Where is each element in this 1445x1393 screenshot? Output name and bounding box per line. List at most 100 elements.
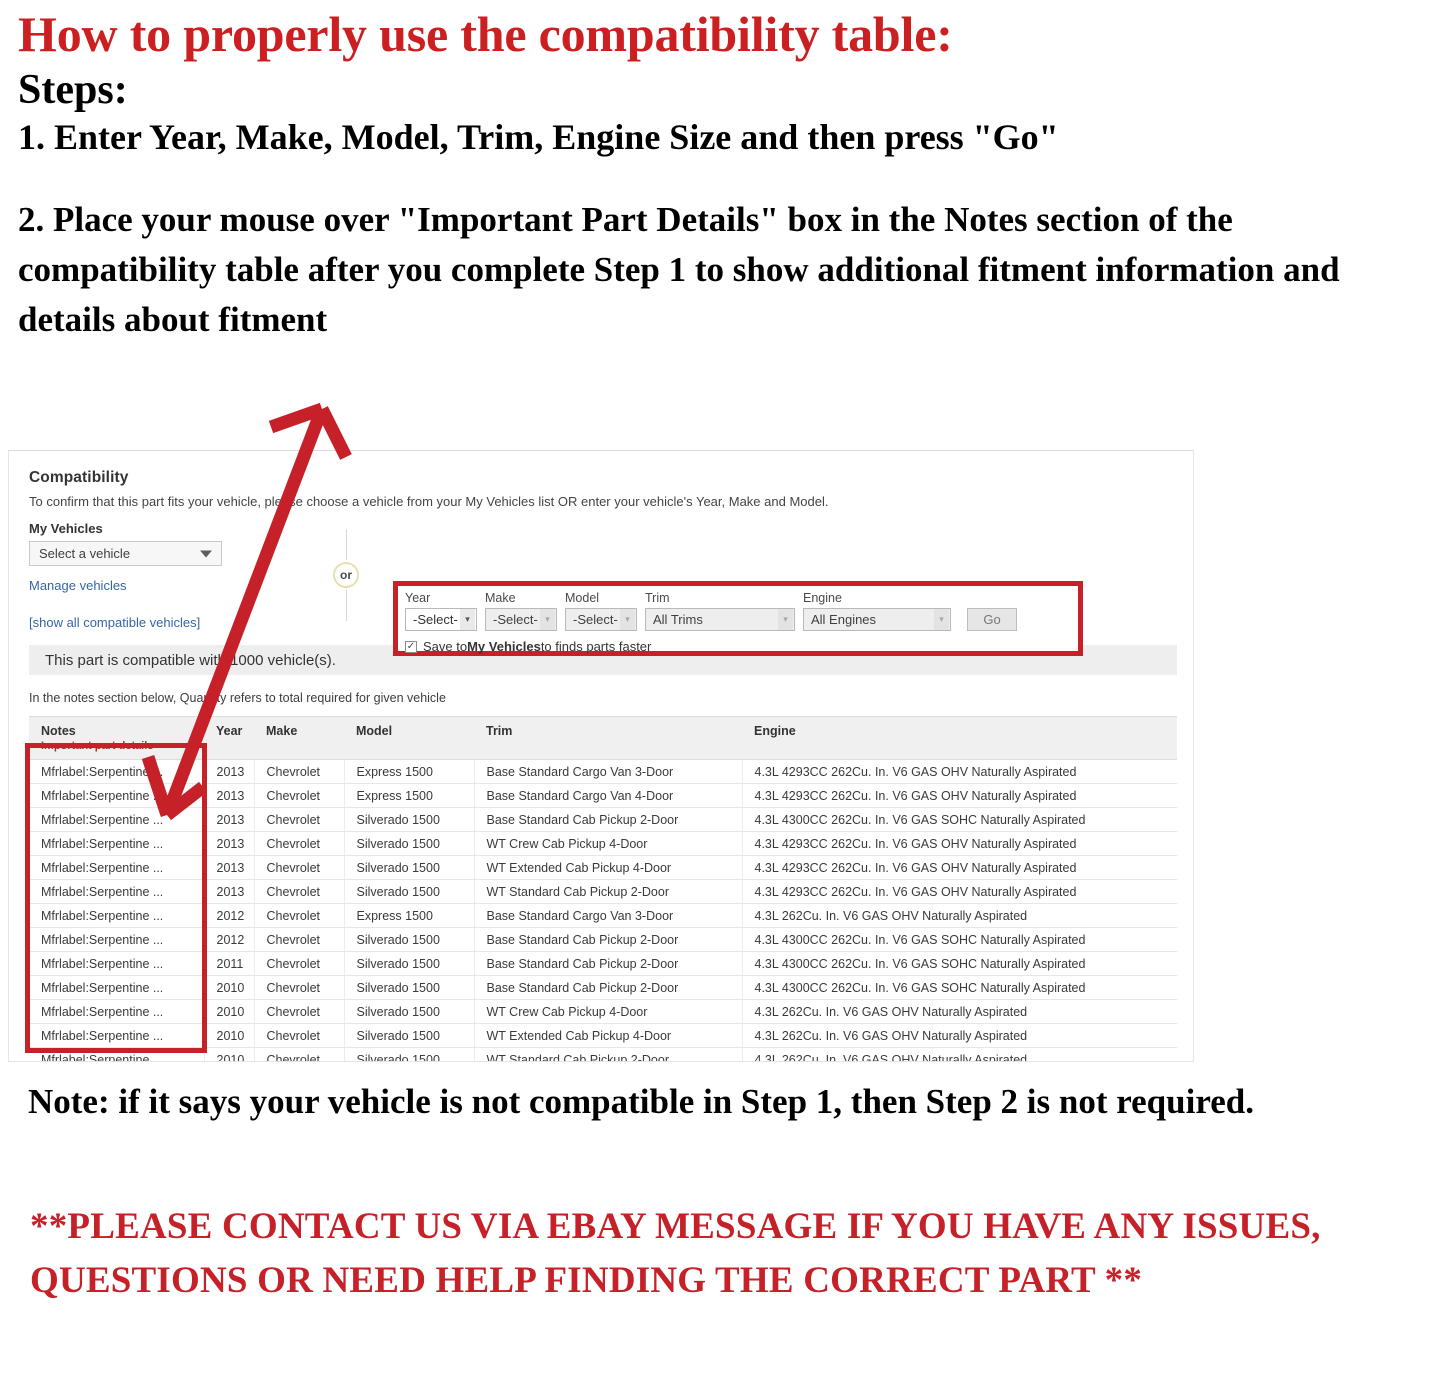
show-all-compatible-vehicles-link[interactable]: [show all compatible vehicles] (29, 615, 279, 630)
cell-make: Chevrolet (254, 879, 345, 904)
table-row[interactable]: Mfrlabel:Serpentine ... 2013 Chevrolet Silv… (29, 879, 1177, 904)
cell-trim: Base Standard Cab Pickup 2-Door (474, 951, 743, 976)
header-notes-sublabel: Important part details (41, 740, 154, 752)
cell-model: Silverado 1500 (344, 975, 475, 1000)
table-row[interactable]: Mfrlabel:Serpentine ... 2013 Chevrolet Expr… (29, 783, 1177, 808)
cell-make: Chevrolet (254, 999, 345, 1024)
header-trim[interactable]: Trim (474, 716, 742, 760)
cell-year: 2010 (204, 999, 255, 1024)
manage-vehicles-link[interactable]: Manage vehicles (29, 578, 279, 593)
footer-contact-message: **PLEASE CONTACT US VIA EBAY MESSAGE IF … (30, 1206, 1321, 1302)
cell-make: Chevrolet (254, 927, 345, 952)
engine-dropdown[interactable]: All Engines ▾ (803, 608, 951, 631)
fitment-header-row: Notes Important part details Year Make M… (29, 716, 1177, 760)
cell-make: Chevrolet (254, 759, 345, 784)
or-divider-line-top (345, 529, 347, 560)
table-row[interactable]: Mfrlabel:Serpentine ... 2013 Chevrolet Silv… (29, 855, 1177, 880)
arrow-head-upper-left (268, 402, 325, 434)
cell-make: Chevrolet (254, 1047, 345, 1061)
make-dropdown[interactable]: -Select- ▾ (485, 608, 557, 631)
trim-field: Trim All Trims ▾ (645, 591, 795, 631)
or-badge: or (333, 562, 359, 588)
page-title: How to properly use the compatibility ta… (18, 6, 953, 62)
cell-year: 2010 (204, 975, 255, 1000)
cell-year: 2010 (204, 1047, 255, 1061)
header-notes[interactable]: Notes Important part details (29, 716, 204, 760)
cell-engine: 4.3L 262Cu. In. V6 GAS OHV Naturally Asp… (742, 1047, 1177, 1061)
model-dropdown[interactable]: -Select- ▾ (565, 608, 637, 631)
cell-engine: 4.3L 4293CC 262Cu. In. V6 GAS OHV Natura… (742, 759, 1177, 784)
cell-model: Silverado 1500 (344, 1023, 475, 1048)
cell-engine: 4.3L 4293CC 262Cu. In. V6 GAS OHV Natura… (742, 879, 1177, 904)
table-row[interactable]: Mfrlabel:Serpentine ... 2010 Chevrolet Silv… (29, 1023, 1177, 1048)
instructions-header: How to properly use the compatibility ta… (0, 0, 1445, 344)
table-row[interactable]: Mfrlabel:Serpentine ... 2010 Chevrolet Silv… (29, 999, 1177, 1024)
fitment-table: Notes Important part details Year Make M… (29, 716, 1177, 1061)
ymm-finder: Year -Select- ▾ Make -Select- ▾ Model -S… (405, 591, 1075, 654)
cell-make: Chevrolet (254, 975, 345, 1000)
cell-model: Silverado 1500 (344, 831, 475, 856)
cell-trim: Base Standard Cab Pickup 2-Door (474, 807, 743, 832)
cell-trim: Base Standard Cargo Van 4-Door (474, 783, 743, 808)
table-row[interactable]: Mfrlabel:Serpentine ... 2013 Chevrolet Silv… (29, 807, 1177, 832)
header-year[interactable]: Year (204, 716, 254, 760)
cell-trim: Base Standard Cab Pickup 2-Door (474, 975, 743, 1000)
cell-notes: Mfrlabel:Serpentine ... (29, 951, 205, 976)
save-text-suffix: to finds parts faster (540, 639, 652, 654)
header-engine[interactable]: Engine (742, 716, 1177, 760)
cell-engine: 4.3L 4300CC 262Cu. In. V6 GAS SOHC Natur… (742, 807, 1177, 832)
table-row[interactable]: Mfrlabel:Serpentine ... 2012 Chevrolet Silv… (29, 927, 1177, 952)
table-row[interactable]: Mfrlabel:Serpentine ... 2013 Chevrolet Expr… (29, 759, 1177, 784)
make-label: Make (485, 591, 516, 605)
cell-trim: Base Standard Cab Pickup 2-Door (474, 927, 743, 952)
chevron-down-icon: ▾ (778, 609, 793, 630)
cell-notes: Mfrlabel:Serpentine ... (29, 831, 205, 856)
cell-trim: Base Standard Cargo Van 3-Door (474, 903, 743, 928)
save-text-bold: My Vehicles (467, 639, 541, 654)
table-row[interactable]: Mfrlabel:Serpentine ... 2010 Chevrolet Silv… (29, 1047, 1177, 1061)
or-divider-line-bottom (345, 590, 347, 621)
cell-notes: Mfrlabel:Serpentine ... (29, 879, 205, 904)
cell-notes: Mfrlabel:Serpentine ... (29, 783, 205, 808)
model-label: Model (565, 591, 600, 605)
cell-year: 2013 (204, 759, 255, 784)
cell-year: 2013 (204, 855, 255, 880)
chevron-down-icon: ▾ (460, 609, 475, 630)
vehicle-select-value: Select a vehicle (39, 546, 131, 561)
cell-engine: 4.3L 4293CC 262Cu. In. V6 GAS OHV Natura… (742, 831, 1177, 856)
step-2-text: 2. Place your mouse over "Important Part… (18, 200, 1340, 339)
compatibility-subtitle: To confirm that this part fits your vehi… (29, 494, 829, 509)
go-button[interactable]: Go (967, 608, 1017, 631)
save-text-prefix: Save to (423, 639, 468, 654)
header-make[interactable]: Make (254, 716, 344, 760)
cell-engine: 4.3L 4300CC 262Cu. In. V6 GAS SOHC Natur… (742, 975, 1177, 1000)
header-model[interactable]: Model (344, 716, 474, 760)
engine-label: Engine (803, 591, 842, 605)
quantity-hint: In the notes section below, Quantity ref… (29, 691, 446, 705)
header-notes-label: Notes (41, 724, 76, 738)
trim-dropdown[interactable]: All Trims ▾ (645, 608, 795, 631)
make-value: -Select- (493, 612, 538, 627)
save-to-my-vehicles-row[interactable]: ✓ Save to My Vehicles to finds parts fas… (405, 639, 1075, 654)
my-vehicles-label: My Vehicles (29, 521, 103, 536)
cell-year: 2013 (204, 783, 255, 808)
cell-year: 2013 (204, 807, 255, 832)
cell-model: Silverado 1500 (344, 951, 475, 976)
engine-field: Engine All Engines ▾ (803, 591, 951, 631)
table-row[interactable]: Mfrlabel:Serpentine ... 2010 Chevrolet Silv… (29, 975, 1177, 1000)
vehicle-selector-row: My Vehicles Select a vehicle Manage vehi… (29, 521, 1177, 656)
table-row[interactable]: Mfrlabel:Serpentine ... 2011 Chevrolet Silv… (29, 951, 1177, 976)
year-dropdown[interactable]: -Select- ▾ (405, 608, 477, 631)
table-row[interactable]: Mfrlabel:Serpentine ... 2013 Chevrolet Silv… (29, 831, 1177, 856)
cell-model: Silverado 1500 (344, 879, 475, 904)
save-checkbox[interactable]: ✓ (405, 640, 417, 653)
vehicle-select-dropdown[interactable]: Select a vehicle (29, 541, 222, 566)
my-vehicles-section: My Vehicles Select a vehicle Manage vehi… (29, 521, 279, 630)
cell-notes: Mfrlabel:Serpentine ... (29, 759, 205, 784)
chevron-down-icon: ▾ (934, 609, 949, 630)
table-row[interactable]: Mfrlabel:Serpentine ... 2012 Chevrolet Expr… (29, 903, 1177, 928)
cell-model: Express 1500 (344, 783, 475, 808)
cell-model: Express 1500 (344, 903, 475, 928)
ymm-dropdown-row: Year -Select- ▾ Make -Select- ▾ Model -S… (405, 591, 1075, 631)
cell-year: 2011 (204, 951, 255, 976)
